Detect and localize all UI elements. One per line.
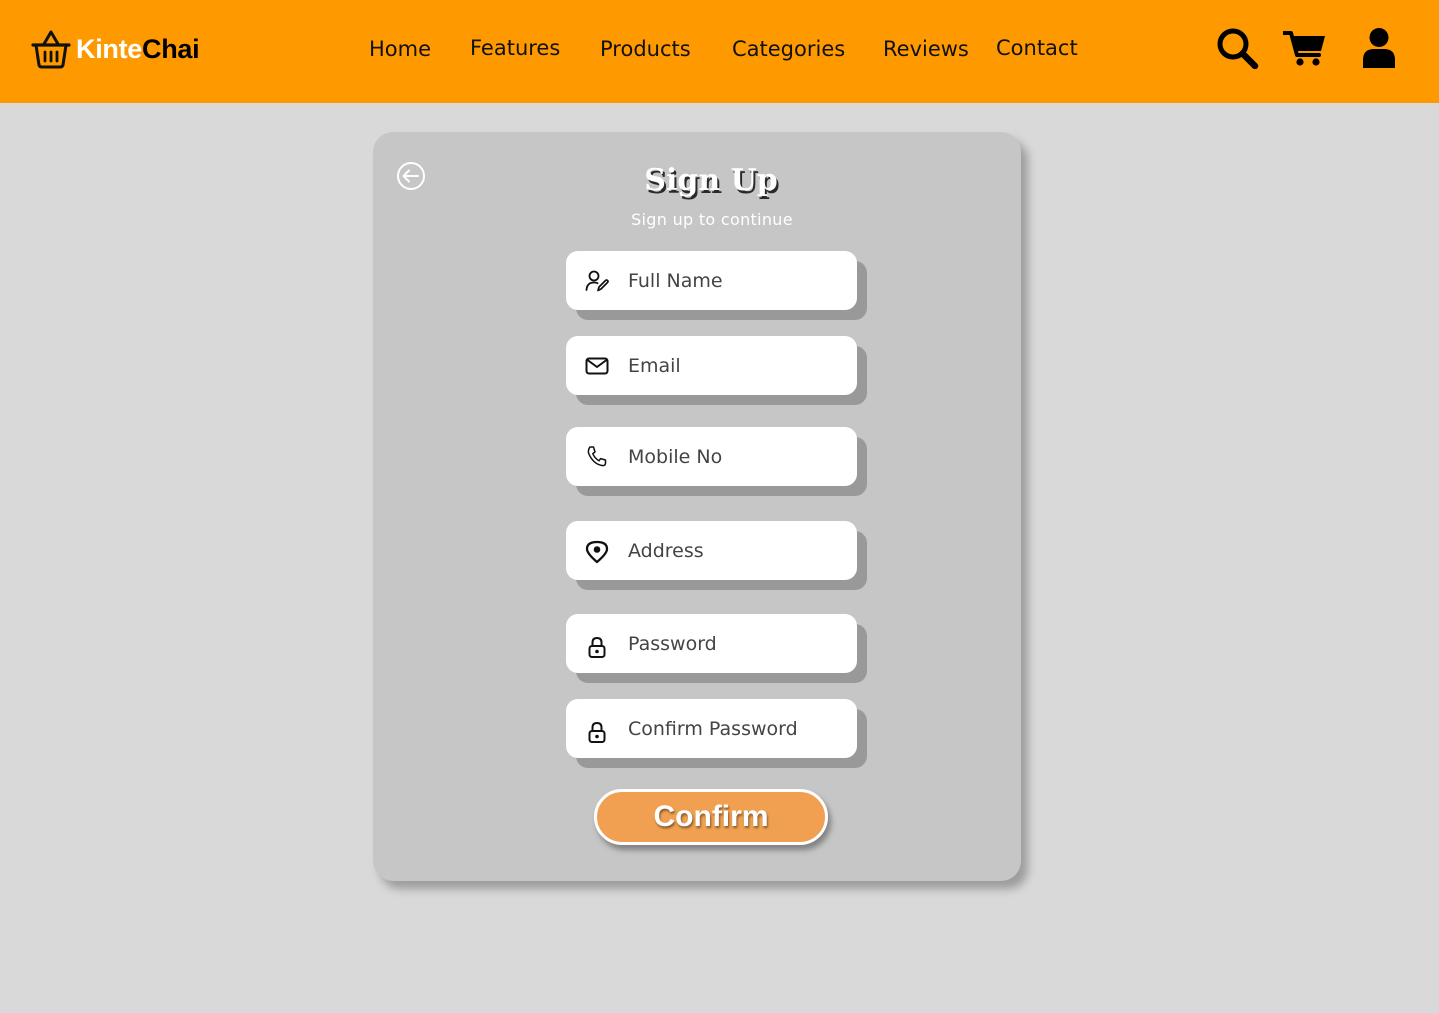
mail-icon [584, 353, 610, 379]
nav-item-reviews[interactable]: Reviews [883, 34, 969, 64]
address-field-container [566, 521, 857, 580]
mobile-field-container [566, 427, 857, 486]
shopping-basket-icon [31, 30, 71, 69]
full-name-field-container [566, 251, 857, 310]
password-input[interactable] [628, 623, 848, 664]
nav-item-contact[interactable]: Contact [996, 33, 1078, 63]
brand-name-part2: Chai [142, 34, 200, 64]
signup-card: Sign Up Sign up to continue Full Name Em… [373, 132, 1021, 881]
user-icon[interactable] [1361, 27, 1397, 69]
nav-item-features[interactable]: Features [470, 33, 560, 63]
confirm-button[interactable]: Confirm [594, 789, 828, 845]
confirm-password-field-container [566, 699, 857, 758]
user-edit-icon [584, 268, 610, 294]
nav-item-home[interactable]: Home [369, 34, 431, 64]
nav-item-categories[interactable]: Categories [732, 34, 845, 64]
lock-icon [584, 719, 610, 745]
phone-icon [584, 444, 610, 470]
signup-title: Sign Up [644, 163, 778, 198]
brand-name-part1: Kinte [76, 34, 143, 64]
email-field-container [566, 336, 857, 395]
address-input[interactable] [628, 530, 848, 571]
signup-subtitle: Sign up to continue [631, 210, 793, 229]
lock-icon [584, 634, 610, 660]
top-navbar: KinteChai Home Features Products Categor… [0, 0, 1439, 103]
search-icon[interactable] [1216, 27, 1260, 69]
confirm-password-input[interactable] [628, 708, 848, 749]
cart-icon[interactable] [1283, 29, 1327, 67]
brand-name: KinteChai [76, 27, 200, 71]
mobile-input[interactable] [628, 436, 848, 477]
email-input[interactable] [628, 345, 848, 386]
full-name-input[interactable] [628, 260, 848, 301]
location-pin-icon [584, 538, 610, 564]
nav-item-products[interactable]: Products [600, 34, 691, 64]
password-field-container [566, 614, 857, 673]
brand-logo[interactable]: KinteChai [30, 27, 200, 71]
